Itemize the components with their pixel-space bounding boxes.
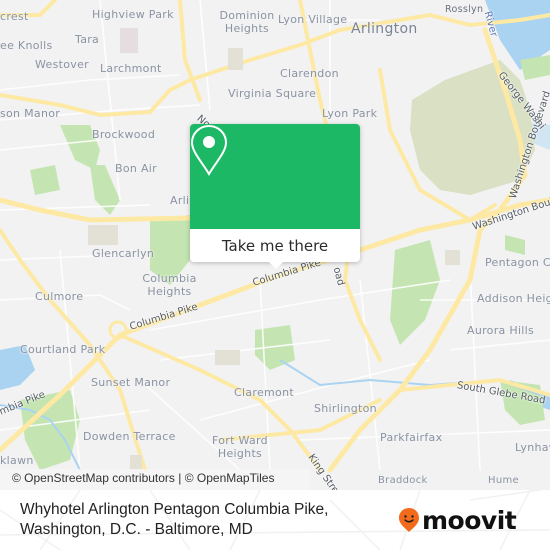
place-label: Highview Park: [92, 8, 174, 21]
take-me-there-button[interactable]: Take me there: [190, 229, 360, 262]
place-label: Claremont: [234, 386, 294, 399]
place-label: Braddock: [378, 475, 428, 486]
destination-title: Whyhotel Arlington Pentagon Columbia Pik…: [20, 501, 329, 538]
place-label: Tara: [75, 33, 100, 46]
map[interactable]: Highview Park Dominion Heights Lyon Vill…: [0, 0, 550, 490]
place-label: Glencarlyn: [92, 247, 155, 260]
place-label: Dowden Terrace: [83, 430, 176, 443]
place-label: Virginia Square: [228, 87, 317, 100]
place-label: Sunset Manor: [91, 376, 171, 389]
place-label: Pentagon Ci: [485, 256, 550, 269]
moovit-wordmark: moovit: [422, 505, 517, 535]
place-label: Shirlington: [314, 402, 377, 415]
place-label: ee Knolls: [0, 39, 53, 52]
place-label: Columbia Heights: [142, 272, 197, 298]
place-label: Dominion Heights: [219, 9, 275, 35]
map-attribution[interactable]: © OpenStreetMap contributors | © OpenMap…: [0, 469, 310, 490]
place-label: Brockwood: [92, 128, 156, 141]
place-label: crest: [0, 10, 29, 23]
place-label: Parkfairfax: [380, 431, 443, 444]
place-label: Fort Ward Heights: [212, 434, 268, 460]
place-label: Hume: [488, 475, 519, 486]
place-label: Culmore: [35, 290, 84, 303]
place-label: klawn: [0, 454, 34, 467]
place-label: Larchmont: [100, 62, 162, 75]
place-label: Arli: [170, 194, 190, 207]
place-label: Clarendon: [280, 67, 339, 80]
place-label: son Manor: [0, 107, 61, 120]
place-label: Lyon Village: [278, 13, 348, 26]
place-label: Lynhav: [515, 441, 550, 454]
popup-header: [190, 124, 360, 229]
place-label: Aurora Hills: [467, 324, 535, 337]
place-label: Courtland Park: [20, 343, 106, 356]
popup-pointer: [268, 261, 284, 269]
location-pin-icon: [190, 124, 228, 176]
moovit-logo[interactable]: moovit: [398, 505, 517, 535]
place-label: Lyon Park: [322, 107, 378, 120]
place-label: Bon Air: [115, 162, 157, 175]
place-label: Addison Heig: [477, 292, 550, 305]
destination-popup: Take me there: [190, 124, 360, 269]
moovit-pin-icon: [399, 508, 419, 532]
place-label-city: Arlington: [351, 21, 418, 37]
place-label: Rosslyn: [445, 4, 484, 15]
place-label: Westover: [35, 58, 89, 71]
